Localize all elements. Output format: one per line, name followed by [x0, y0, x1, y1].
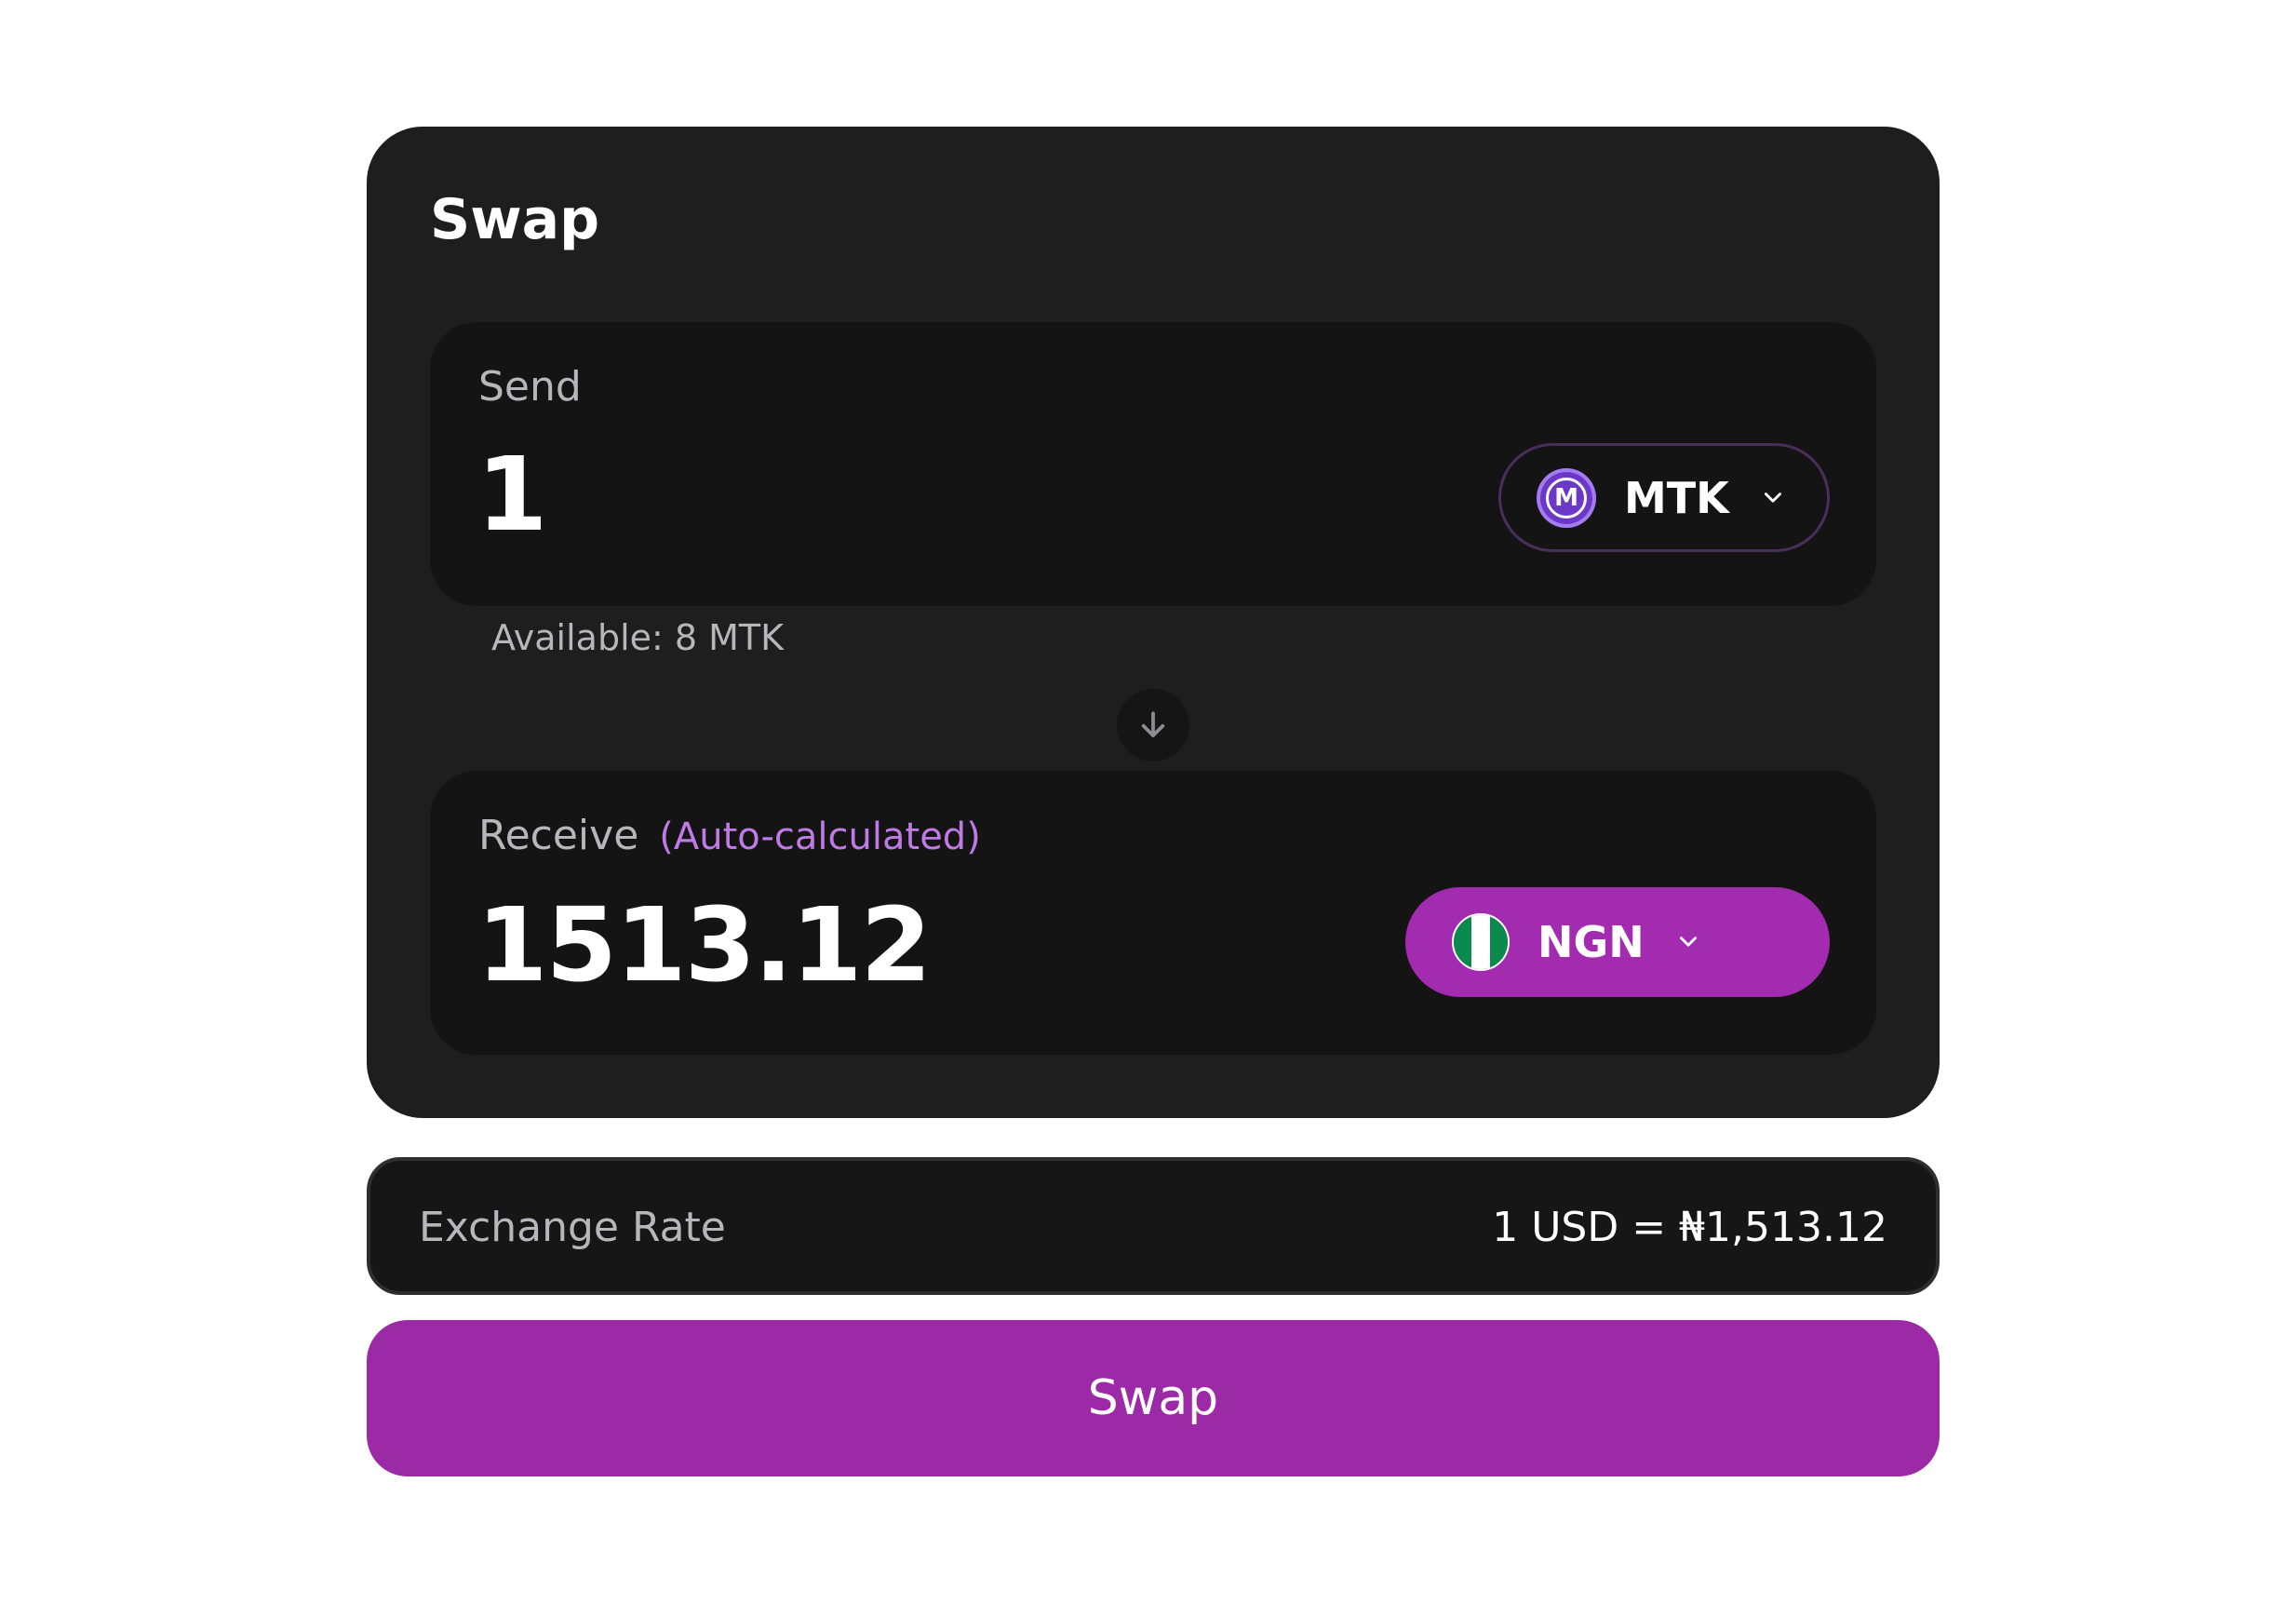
send-amount-input[interactable]: 1	[477, 443, 548, 546]
available-balance: Available: 8 MTK	[491, 617, 785, 658]
mtk-token-icon: M	[1537, 467, 1596, 528]
exchange-rate-label: Exchange Rate	[419, 1204, 726, 1251]
swap-button[interactable]: Swap	[367, 1320, 1940, 1476]
arrow-down-icon	[1141, 711, 1165, 737]
send-token-symbol: MTK	[1624, 472, 1729, 523]
mtk-icon-letter: M	[1554, 483, 1578, 512]
card-title: Swap	[430, 187, 600, 252]
receive-token-symbol: NGN	[1537, 917, 1645, 967]
nigeria-flag-icon	[1452, 913, 1510, 971]
send-token-selector[interactable]: M MTK	[1498, 443, 1830, 552]
receive-label: Receive	[478, 812, 639, 859]
chevron-down-icon	[1764, 492, 1781, 503]
receive-label-row: Receive (Auto-calculated)	[478, 815, 981, 856]
send-panel: Send 1 M MTK	[430, 322, 1876, 606]
exchange-rate-value: 1 USD = ₦1,513.12	[1492, 1204, 1887, 1251]
swap-card: Swap Send 1 M MTK Available: 8 MTK Recei…	[367, 127, 1940, 1118]
send-label: Send	[478, 363, 582, 411]
swap-direction-button[interactable]	[1117, 689, 1189, 762]
auto-calculated-hint: (Auto-calculated)	[659, 815, 981, 858]
receive-amount: 1513.12	[477, 885, 932, 1004]
receive-panel: Receive (Auto-calculated) 1513.12 NGN	[430, 771, 1876, 1055]
chevron-down-icon	[1679, 937, 1697, 947]
exchange-rate-bar: Exchange Rate 1 USD = ₦1,513.12	[367, 1157, 1940, 1295]
receive-token-selector[interactable]: NGN	[1405, 887, 1830, 997]
